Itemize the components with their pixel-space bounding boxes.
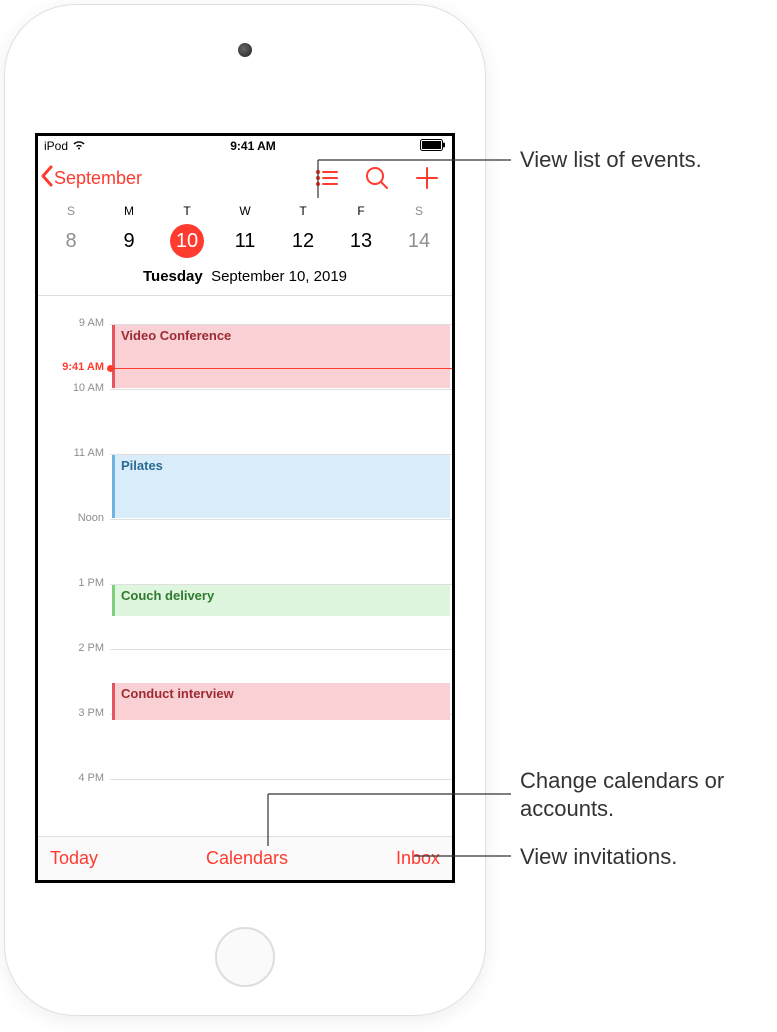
- hour-row: 10 AM: [38, 389, 452, 454]
- day-grid[interactable]: 9 AM10 AM11 AMNoon1 PM2 PM3 PM4 PMVideo …: [38, 296, 452, 836]
- weekday-label: F: [332, 200, 390, 220]
- hour-label: Noon: [38, 512, 104, 524]
- camera: [238, 43, 252, 57]
- day-cell[interactable]: 13: [332, 220, 390, 266]
- day-cell[interactable]: 14: [390, 220, 448, 266]
- hour-row: Noon: [38, 519, 452, 584]
- callout-calendars: Change calendars or accounts.: [520, 767, 777, 822]
- weekday-label: W: [216, 200, 274, 220]
- event-block[interactable]: Couch delivery: [112, 585, 450, 616]
- week-header: S M T W T F S 8 9 10 11 12 13 14: [38, 200, 452, 266]
- weekday-label: S: [42, 200, 100, 220]
- wifi-icon: [72, 139, 86, 153]
- battery-icon: [420, 139, 446, 154]
- hour-line: [110, 389, 452, 390]
- hour-line: [110, 519, 452, 520]
- back-button[interactable]: September: [40, 165, 142, 192]
- full-date: Tuesday September 10, 2019: [38, 266, 452, 296]
- weekday-label: S: [390, 200, 448, 220]
- event-block[interactable]: Conduct interview: [112, 683, 450, 720]
- hour-label: 10 AM: [38, 382, 104, 394]
- home-button[interactable]: [215, 927, 275, 987]
- screen: iPod 9:41 AM September: [35, 133, 455, 883]
- hour-label: 9 AM: [38, 317, 104, 329]
- hour-label: 1 PM: [38, 577, 104, 589]
- callout-list-view: View list of events.: [520, 146, 702, 174]
- callout-inbox: View invitations.: [520, 843, 677, 871]
- hour-row: 4 PM: [38, 779, 452, 836]
- hour-label: 2 PM: [38, 642, 104, 654]
- now-label: 9:41 AM: [38, 361, 104, 373]
- hour-label: 11 AM: [38, 447, 104, 459]
- device-frame: iPod 9:41 AM September: [5, 5, 485, 1015]
- selected-date: September 10, 2019: [211, 268, 347, 285]
- status-time: 9:41 AM: [230, 139, 276, 153]
- day-cell[interactable]: 11: [216, 220, 274, 266]
- hour-row: 3 PM: [38, 714, 452, 779]
- day-cell[interactable]: 12: [274, 220, 332, 266]
- device-label: iPod: [44, 139, 68, 153]
- week-days: 8 9 10 11 12 13 14: [42, 220, 448, 266]
- nav-bar: September: [38, 156, 452, 200]
- weekday-label: T: [158, 200, 216, 220]
- status-bar: iPod 9:41 AM: [38, 136, 452, 156]
- today-button[interactable]: Today: [50, 848, 98, 869]
- day-cell[interactable]: 9: [100, 220, 158, 266]
- inbox-button[interactable]: Inbox: [396, 848, 440, 869]
- day-cell-today[interactable]: 10: [158, 220, 216, 266]
- bottom-toolbar: Today Calendars Inbox: [38, 836, 452, 880]
- search-icon[interactable]: [364, 165, 390, 191]
- hour-line: [110, 649, 452, 650]
- day-cell[interactable]: 8: [42, 220, 100, 266]
- hour-label: 3 PM: [38, 707, 104, 719]
- event-block[interactable]: Video Conference: [112, 325, 450, 388]
- hour-line: [110, 779, 452, 780]
- weekday-label: T: [274, 200, 332, 220]
- add-event-icon[interactable]: [414, 165, 440, 191]
- selected-dow: Tuesday: [143, 268, 203, 285]
- weekday-label: M: [100, 200, 158, 220]
- week-day-labels: S M T W T F S: [42, 200, 448, 220]
- list-view-icon[interactable]: [314, 165, 340, 191]
- back-label: September: [54, 168, 142, 189]
- event-block[interactable]: Pilates: [112, 455, 450, 518]
- now-dot: [107, 365, 114, 372]
- now-line: [110, 368, 452, 369]
- calendars-button[interactable]: Calendars: [206, 848, 288, 869]
- chevron-left-icon: [40, 165, 54, 192]
- hour-label: 4 PM: [38, 772, 104, 784]
